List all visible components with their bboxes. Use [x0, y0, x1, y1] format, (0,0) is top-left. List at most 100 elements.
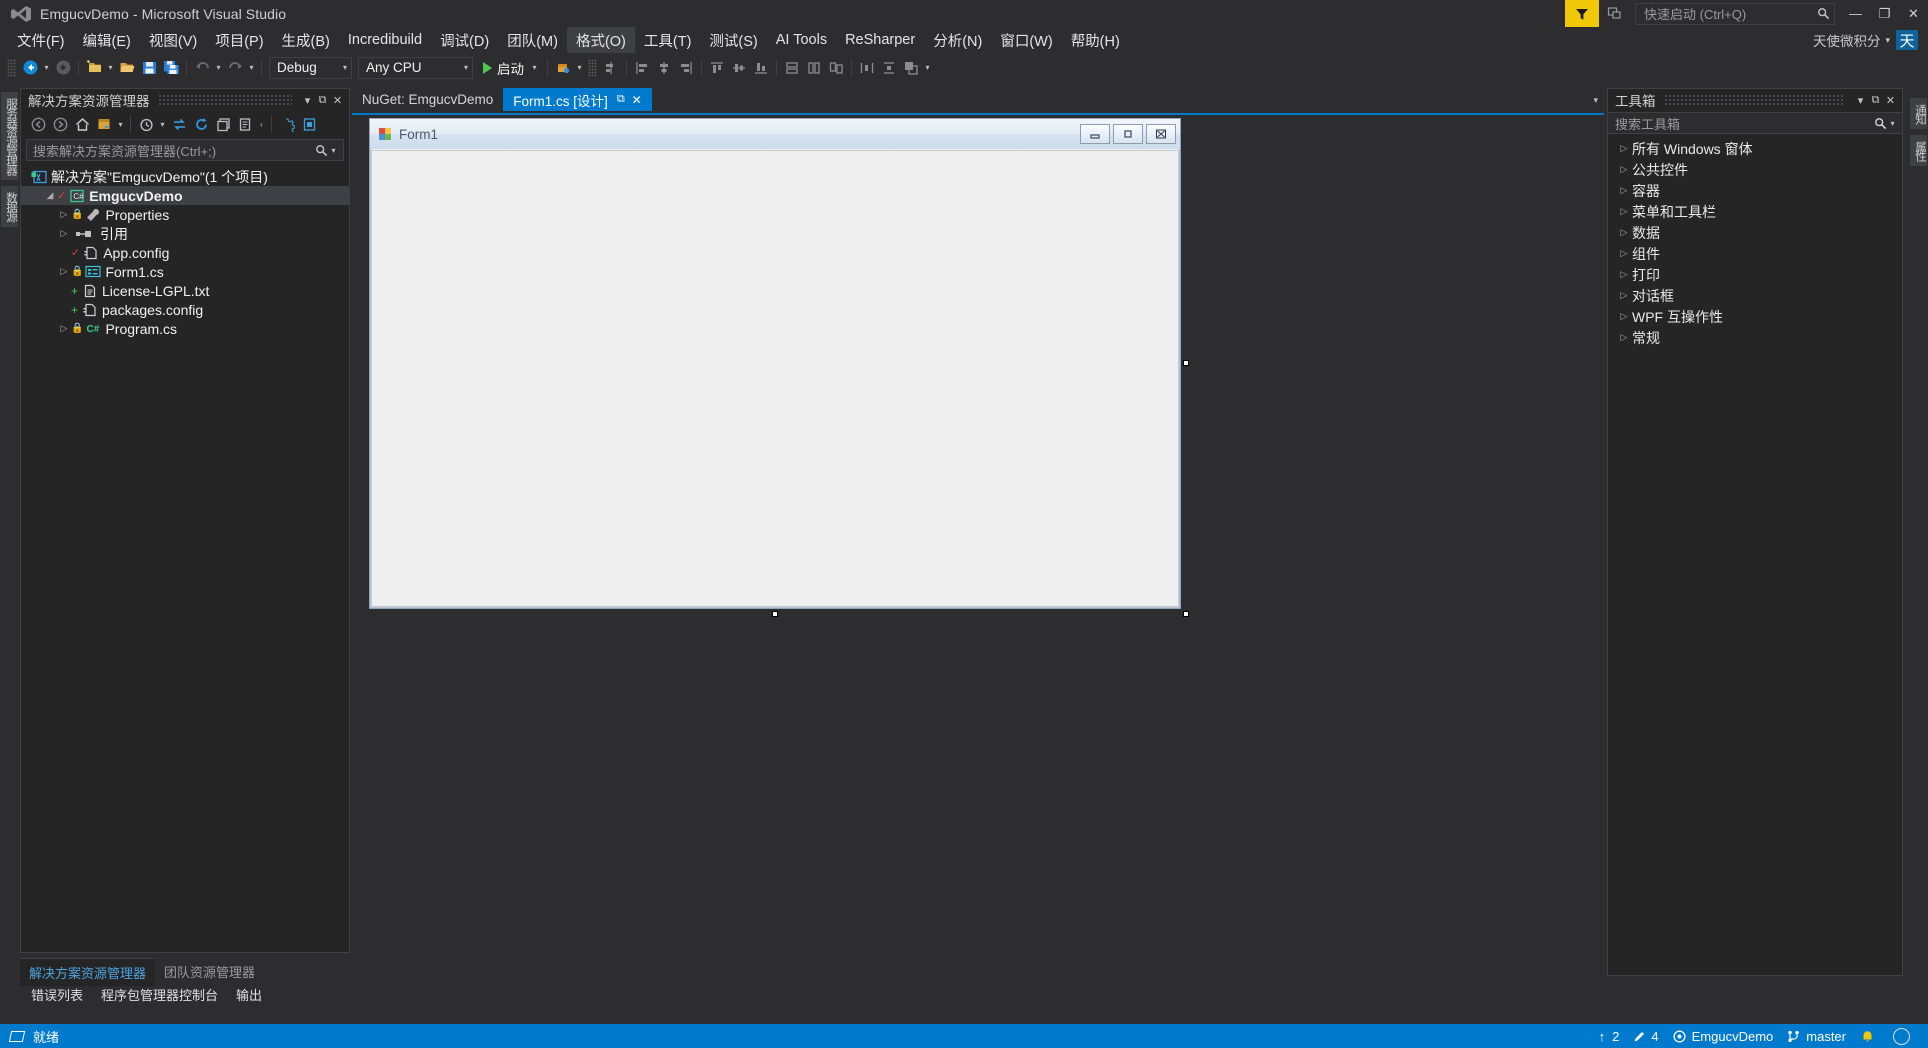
attach-caret-icon[interactable]: ▾ — [574, 57, 585, 79]
make-same-width-icon[interactable] — [781, 57, 803, 79]
show-all-files-icon[interactable] — [234, 113, 256, 135]
status-repository[interactable]: EmgucvDemo — [1666, 1024, 1781, 1048]
pending-changes-icon[interactable] — [135, 113, 157, 135]
toolbox-category-wpf-interoperability[interactable]: ▷ WPF 互操作性 — [1608, 306, 1902, 327]
switch-views-caret-icon[interactable]: ▾ — [115, 113, 126, 135]
solution-platform-select[interactable]: Any CPU ▾ — [358, 56, 473, 79]
tree-item-app-config[interactable]: ✓ App.config — [21, 243, 349, 262]
bring-to-front-icon[interactable] — [900, 57, 922, 79]
horizontal-spacing-icon[interactable] — [856, 57, 878, 79]
toolbox-category-common-controls[interactable]: ▷ 公共控件 — [1608, 159, 1902, 180]
align-lefts-icon[interactable] — [600, 57, 622, 79]
toolbar-grip[interactable] — [7, 58, 16, 77]
toolbox-category-data[interactable]: ▷ 数据 — [1608, 222, 1902, 243]
tree-item-license-lgpl-txt[interactable]: + License-LGPL.txt — [21, 281, 349, 300]
menu-item-tools[interactable]: 工具(T) — [635, 27, 701, 54]
back-history-caret-icon[interactable]: ▾ — [41, 57, 52, 79]
collapse-all-icon[interactable] — [212, 113, 234, 135]
start-options-caret-icon[interactable]: ▾ — [529, 57, 540, 79]
resize-handle-right[interactable] — [1183, 360, 1189, 366]
redo-caret-icon[interactable]: ▾ — [246, 57, 257, 79]
vertical-spacing-icon[interactable] — [878, 57, 900, 79]
document-tab-nuget[interactable]: NuGet: EmgucvDemo — [352, 88, 503, 111]
panel-menu-caret-icon[interactable]: ▾ — [1853, 91, 1868, 109]
vertical-tab-server-explorer[interactable]: 服务器资源管理器 — [1, 92, 18, 180]
preview-selected-items-icon[interactable] — [298, 113, 320, 135]
undo-caret-icon[interactable]: ▾ — [213, 57, 224, 79]
align-rights-icon[interactable] — [675, 57, 697, 79]
tab-error-list[interactable]: 错误列表 — [22, 983, 92, 1006]
panel-close-icon[interactable]: ✕ — [1883, 91, 1898, 109]
tab-output[interactable]: 输出 — [227, 983, 271, 1006]
quick-launch-input[interactable]: 快速启动 (Ctrl+Q) — [1635, 2, 1835, 25]
panel-drag-area[interactable] — [157, 94, 292, 106]
toolbox-search-caret-icon[interactable]: ▾ — [1887, 112, 1898, 134]
expander-icon[interactable]: ▷ — [57, 209, 71, 220]
resize-handle-bottom[interactable] — [772, 611, 778, 617]
toolbox-search-input[interactable]: 搜索工具箱 ▾ — [1608, 112, 1902, 134]
toolbox-category-general[interactable]: ▷ 常规 — [1608, 327, 1902, 348]
avatar[interactable]: 天 — [1896, 30, 1918, 50]
tree-item-program-cs[interactable]: ▷ 🔒 C# Program.cs — [21, 319, 349, 338]
expander-icon[interactable]: ▷ — [1616, 269, 1632, 280]
align-left-edges-icon[interactable] — [631, 57, 653, 79]
save-icon[interactable] — [138, 57, 160, 79]
form-close-button[interactable] — [1146, 124, 1176, 144]
new-project-icon[interactable] — [83, 57, 105, 79]
redo-icon[interactable] — [224, 57, 246, 79]
home-icon[interactable] — [71, 113, 93, 135]
maximize-button[interactable]: ❐ — [1870, 0, 1899, 27]
status-notifications[interactable] — [1853, 1024, 1882, 1048]
navigate-back-icon[interactable] — [19, 57, 41, 79]
chevron-down-icon[interactable]: ▾ — [1885, 35, 1890, 46]
panel-menu-caret-icon[interactable]: ▾ — [300, 91, 315, 109]
refresh-icon[interactable] — [190, 113, 212, 135]
menu-item-format[interactable]: 格式(O) — [566, 26, 635, 54]
align-middles-icon[interactable] — [728, 57, 750, 79]
solution-explorer-search-input[interactable]: 搜索解决方案资源管理器(Ctrl+;) ▾ — [26, 139, 344, 161]
tree-item-form1-cs[interactable]: ▷ 🔒 Form1.cs — [21, 262, 349, 281]
switch-views-icon[interactable] — [93, 113, 115, 135]
menu-item-debug[interactable]: 调试(D) — [431, 27, 498, 54]
expander-icon[interactable]: ▷ — [1616, 311, 1632, 322]
attach-process-icon[interactable] — [552, 57, 574, 79]
solution-configuration-select[interactable]: Debug ▾ — [269, 56, 352, 79]
align-tops-icon[interactable] — [706, 57, 728, 79]
toolbox-category-dialogs[interactable]: ▷ 对话框 — [1608, 285, 1902, 306]
panel-pin-icon[interactable]: ⧉ — [1868, 91, 1883, 109]
sync-with-active-document-icon[interactable] — [168, 113, 190, 135]
menu-item-file[interactable]: 文件(F) — [8, 27, 74, 54]
status-user-account[interactable] — [1882, 1024, 1928, 1048]
resize-handle-bottom-right[interactable] — [1183, 611, 1189, 617]
undo-icon[interactable] — [191, 57, 213, 79]
status-unpublished-commits[interactable]: ↑ 2 — [1592, 1024, 1627, 1048]
expander-icon[interactable]: ▷ — [57, 228, 71, 239]
expander-icon[interactable]: ▷ — [1616, 206, 1632, 217]
menu-item-ai-tools[interactable]: AI Tools — [767, 29, 836, 51]
expander-icon[interactable]: ▷ — [1616, 332, 1632, 343]
tree-item-solution[interactable]: 解决方案"EmgucvDemo"(1 个项目) — [21, 167, 349, 186]
menu-item-help[interactable]: 帮助(H) — [1062, 27, 1129, 54]
minimize-button[interactable]: — — [1841, 0, 1870, 27]
expander-icon[interactable]: ▷ — [1616, 290, 1632, 301]
menu-item-test[interactable]: 测试(S) — [700, 27, 766, 54]
save-all-icon[interactable] — [160, 57, 182, 79]
expander-icon[interactable]: ▷ — [1616, 227, 1632, 238]
document-tab-form1-designer[interactable]: Form1.cs [设计] ⧉ ✕ — [503, 88, 652, 111]
tree-item-packages-config[interactable]: + packages.config — [21, 300, 349, 319]
new-project-caret-icon[interactable]: ▾ — [105, 57, 116, 79]
expander-icon[interactable]: ▷ — [1616, 185, 1632, 196]
make-same-size-icon[interactable] — [825, 57, 847, 79]
panel-pin-icon[interactable]: ⧉ — [315, 91, 330, 109]
panel-drag-area[interactable] — [1663, 94, 1845, 106]
vertical-tab-properties[interactable]: 属性 — [1910, 135, 1927, 166]
open-file-icon[interactable] — [116, 57, 138, 79]
menu-item-build[interactable]: 生成(B) — [273, 27, 339, 54]
tab-overflow-caret-icon[interactable]: ▾ — [1593, 95, 1598, 106]
menu-item-incredibuild[interactable]: Incredibuild — [339, 29, 431, 51]
designer-canvas[interactable]: Form1 — [352, 113, 1604, 976]
tree-item-properties[interactable]: ▷ 🔒 Properties — [21, 205, 349, 224]
properties-icon[interactable] — [276, 113, 298, 135]
align-bottoms-icon[interactable] — [750, 57, 772, 79]
menu-item-edit[interactable]: 编辑(E) — [74, 27, 140, 54]
